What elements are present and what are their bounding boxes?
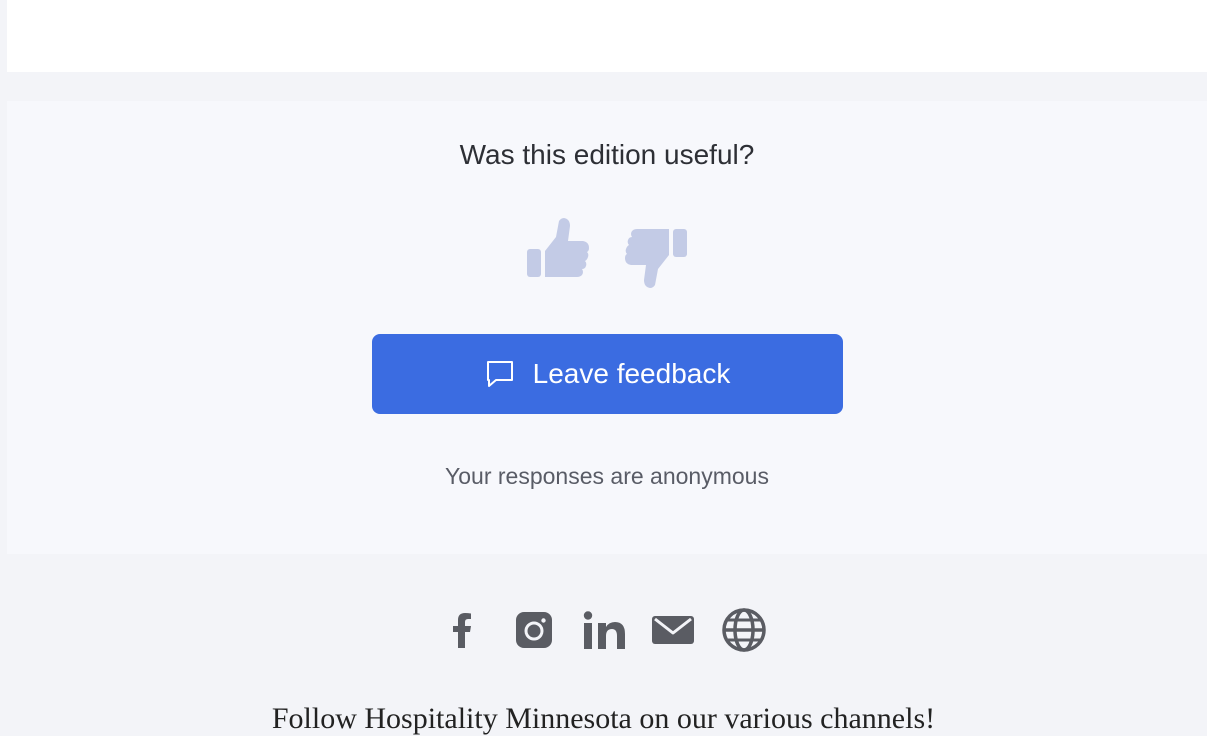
leave-feedback-button[interactable]: Leave feedback [372, 334, 843, 414]
facebook-icon[interactable] [445, 604, 479, 656]
email-icon[interactable] [651, 604, 695, 656]
anonymous-note: Your responses are anonymous [445, 463, 769, 489]
leave-feedback-label: Leave feedback [532, 358, 731, 389]
instagram-icon[interactable] [515, 604, 553, 656]
chat-bubble-icon [485, 359, 515, 389]
previous-content-card [7, 0, 1207, 72]
feedback-section: Was this edition useful? Leave feedback … [7, 101, 1207, 554]
thumbs-up-icon[interactable] [525, 217, 591, 289]
thumbs-down-icon[interactable] [623, 217, 689, 289]
globe-icon[interactable] [721, 604, 767, 656]
feedback-question: Was this edition useful? [459, 139, 755, 170]
linkedin-icon[interactable] [583, 604, 627, 656]
footer-follow-text: Follow Hospitality Minnesota on our vari… [271, 702, 936, 735]
social-links [445, 604, 767, 656]
